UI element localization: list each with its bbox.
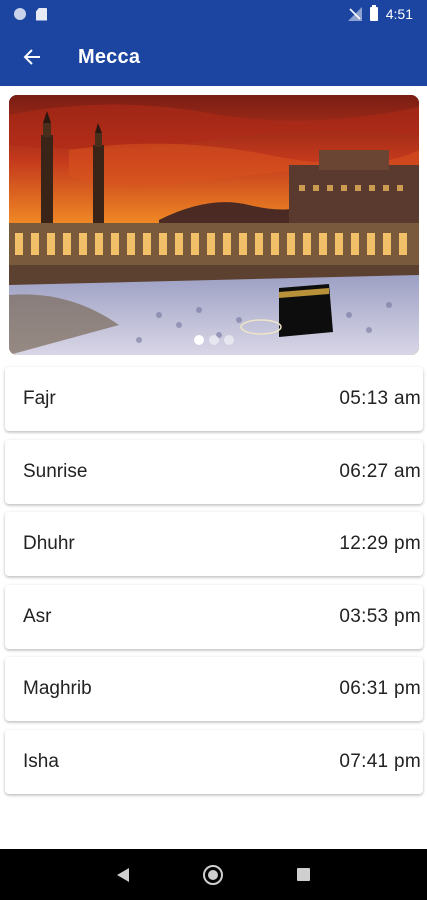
carousel-dot-2[interactable] [209, 335, 219, 345]
prayer-row-asr[interactable]: Asr 03:53 pm [5, 584, 423, 649]
nav-home-icon[interactable] [203, 864, 223, 885]
carousel-indicator [9, 335, 419, 345]
prayer-name: Asr [23, 605, 52, 627]
arrow-back-icon [23, 49, 40, 65]
prayer-time: 12:29 pm [339, 533, 421, 555]
nav-back-icon[interactable] [117, 867, 129, 882]
status-left-icons [14, 7, 47, 21]
status-bar: 4:51 [0, 0, 427, 28]
nav-recents-icon[interactable] [297, 868, 310, 881]
kaaba-sunset-image [9, 95, 419, 355]
carousel-dot-1[interactable] [194, 335, 204, 345]
prayer-row-dhuhr[interactable]: Dhuhr 12:29 pm [5, 512, 423, 577]
prayer-time: 03:53 pm [339, 605, 421, 627]
prayer-time: 07:41 pm [339, 750, 421, 772]
prayer-row-sunrise[interactable]: Sunrise 06:27 am [5, 439, 423, 504]
hero-image-carousel[interactable] [9, 95, 419, 355]
prayer-row-maghrib[interactable]: Maghrib 06:31 pm [5, 657, 423, 722]
system-nav-bar [0, 849, 427, 900]
prayer-time: 06:31 pm [339, 678, 421, 700]
prayer-name: Sunrise [23, 460, 88, 482]
prayer-row-isha[interactable]: Isha 07:41 pm [5, 729, 423, 794]
prayer-times-list: Fajr 05:13 am Sunrise 06:27 am Dhuhr 12:… [5, 367, 423, 803]
notification-dot-icon [14, 8, 26, 20]
sd-card-icon [36, 7, 47, 21]
prayer-name: Maghrib [23, 678, 92, 700]
page-title: Mecca [78, 45, 141, 68]
prayer-row-fajr[interactable]: Fajr 05:13 am [5, 367, 423, 431]
status-time: 4:51 [385, 6, 413, 22]
prayer-time: 05:13 am [339, 388, 421, 409]
prayer-name: Fajr [23, 388, 56, 409]
carousel-dot-3[interactable] [224, 335, 234, 345]
prayer-name: Dhuhr [23, 533, 75, 555]
no-signal-icon [347, 7, 362, 21]
back-button[interactable] [4, 28, 60, 86]
prayer-time: 06:27 am [339, 460, 421, 482]
status-right-icons: 4:51 [347, 5, 413, 22]
prayer-name: Isha [23, 750, 59, 772]
battery-icon [369, 5, 378, 21]
app-bar: Mecca [0, 28, 427, 86]
